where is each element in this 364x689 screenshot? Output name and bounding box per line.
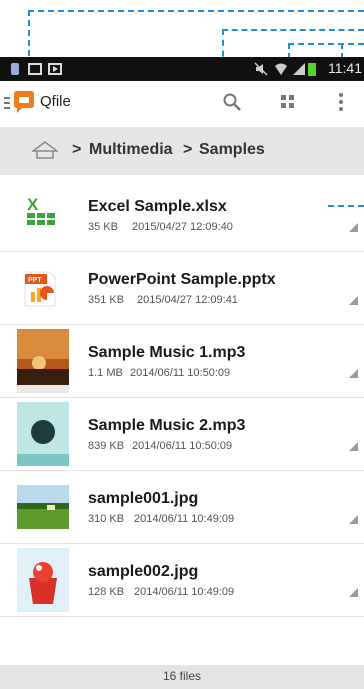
file-count-footer: 16 files xyxy=(0,665,364,689)
file-date: 2014/06/11 10:50:09 xyxy=(130,367,231,379)
item-action-icon[interactable] xyxy=(349,442,358,451)
file-name: Excel Sample.xlsx xyxy=(88,198,227,215)
file-name: PowerPoint Sample.pptx xyxy=(88,271,276,288)
file-date: 2015/04/27 12:09:40 xyxy=(132,221,233,233)
powerpoint-icon: PPT xyxy=(24,271,56,307)
breadcrumb-item-multimedia[interactable]: Multimedia xyxy=(89,141,173,159)
image-thumbnail xyxy=(17,485,69,529)
app-title: Qfile xyxy=(40,93,71,110)
file-name: sample002.jpg xyxy=(88,563,199,580)
file-name: Sample Music 2.mp3 xyxy=(88,417,246,434)
qfile-logo-icon xyxy=(14,91,34,113)
music-thumbnail xyxy=(17,329,69,393)
file-size: 1.1 MB xyxy=(88,367,123,379)
file-name: Sample Music 1.mp3 xyxy=(88,344,246,361)
file-size: 351 KB xyxy=(88,294,125,306)
music-thumbnail xyxy=(17,402,69,466)
list-item[interactable]: sample001.jpg 310 KB 2014/06/11 10:49:09 xyxy=(0,471,364,544)
breadcrumb-item-samples[interactable]: Samples xyxy=(199,141,265,159)
file-size: 128 KB xyxy=(88,586,125,598)
wifi-icon xyxy=(275,63,287,75)
item-action-icon[interactable] xyxy=(349,223,358,232)
callout-line xyxy=(222,29,364,31)
search-icon[interactable] xyxy=(222,92,242,112)
list-item[interactable]: sample002.jpg 128 KB 2014/06/11 10:49:09 xyxy=(0,544,364,617)
play-store-icon xyxy=(48,63,62,75)
notification-icon xyxy=(11,63,19,75)
signal-icon xyxy=(293,63,305,75)
battery-icon xyxy=(308,63,316,76)
file-size: 839 KB xyxy=(88,440,125,452)
menu-icon[interactable] xyxy=(4,97,10,109)
breadcrumb-separator: > xyxy=(183,141,193,158)
file-list: X Excel Sample.xlsx 35 KB 2015/04/27 12:… xyxy=(0,179,364,617)
file-size: 310 KB xyxy=(88,513,125,525)
home-icon[interactable] xyxy=(32,140,58,160)
excel-icon: X xyxy=(27,195,55,225)
file-date: 2014/06/11 10:49:09 xyxy=(134,586,235,598)
breadcrumb: > Multimedia > Samples xyxy=(0,127,364,175)
breadcrumb-separator: > xyxy=(72,141,82,158)
file-name: sample001.jpg xyxy=(88,490,199,507)
mute-icon xyxy=(254,62,268,76)
app-bar: Qfile xyxy=(0,81,364,123)
item-action-icon[interactable] xyxy=(349,515,358,524)
grid-view-icon[interactable] xyxy=(280,94,296,110)
item-action-icon[interactable] xyxy=(349,588,358,597)
item-action-icon[interactable] xyxy=(349,369,358,378)
svg-text:PPT: PPT xyxy=(28,277,42,284)
gallery-icon xyxy=(28,63,42,75)
image-thumbnail xyxy=(17,548,69,612)
item-action-icon[interactable] xyxy=(349,296,358,305)
list-item[interactable]: Sample Music 2.mp3 839 KB 2014/06/11 10:… xyxy=(0,398,364,471)
file-date: 2014/06/11 10:49:09 xyxy=(134,513,235,525)
file-size: 35 KB xyxy=(88,221,118,233)
list-item[interactable]: Sample Music 1.mp3 1.1 MB 2014/06/11 10:… xyxy=(0,325,364,398)
svg-text:X: X xyxy=(27,195,39,214)
status-bar: 11:41 xyxy=(0,57,364,81)
file-date: 2015/04/27 12:09:41 xyxy=(137,294,238,306)
list-item[interactable]: PPT PowerPoint Sample.pptx 351 KB 2015/0… xyxy=(0,252,364,325)
callout-line xyxy=(28,10,364,12)
file-date: 2014/06/11 10:50:09 xyxy=(132,440,233,452)
overflow-menu-icon[interactable] xyxy=(338,92,344,112)
status-time: 11:41 xyxy=(328,60,362,76)
list-item[interactable]: X Excel Sample.xlsx 35 KB 2015/04/27 12:… xyxy=(0,179,364,252)
callout-line xyxy=(288,43,364,45)
